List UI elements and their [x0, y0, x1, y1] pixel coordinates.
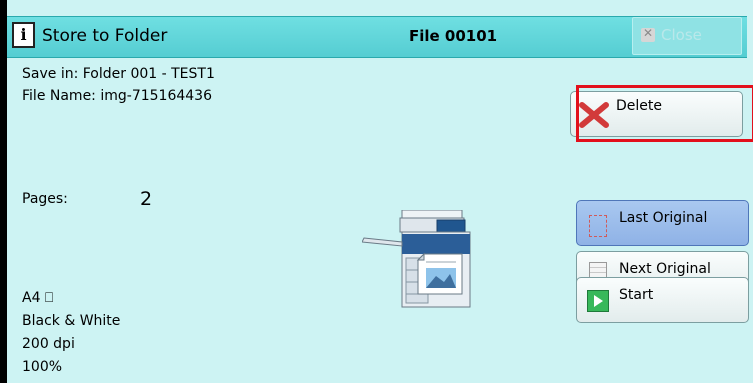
next-original-label: Next Original	[619, 261, 711, 277]
file-number: File 00101	[409, 27, 498, 45]
info-icon[interactable]: i	[12, 22, 35, 48]
close-button[interactable]: Close	[632, 17, 742, 55]
save-in-text: Save in: Folder 001 - TEST1	[22, 66, 215, 82]
last-original-icon	[589, 215, 607, 237]
delete-highlight-box	[576, 85, 753, 142]
start-label: Start	[619, 287, 654, 303]
last-original-button[interactable]: Last Original	[576, 200, 749, 246]
paper-size: A4 ⎕	[22, 290, 54, 306]
color-mode: Black & White	[22, 313, 121, 329]
file-name-text: File Name: img-715164436	[22, 88, 212, 104]
title-bar: i Store to Folder File 00101 Close	[7, 16, 747, 58]
close-icon	[641, 26, 655, 42]
store-to-folder-screen: i Store to Folder File 00101 Close Save …	[7, 0, 753, 383]
close-label: Close	[661, 26, 702, 44]
last-original-label: Last Original	[619, 210, 708, 226]
scale: 100%	[22, 359, 63, 375]
pages-label: Pages:	[22, 191, 68, 207]
screen-title: Store to Folder	[42, 26, 168, 46]
start-button[interactable]: Start	[576, 277, 749, 323]
pages-value: 2	[140, 188, 153, 210]
printer-icon	[362, 210, 471, 308]
start-icon	[587, 290, 609, 312]
resolution: 200 dpi	[22, 336, 75, 352]
